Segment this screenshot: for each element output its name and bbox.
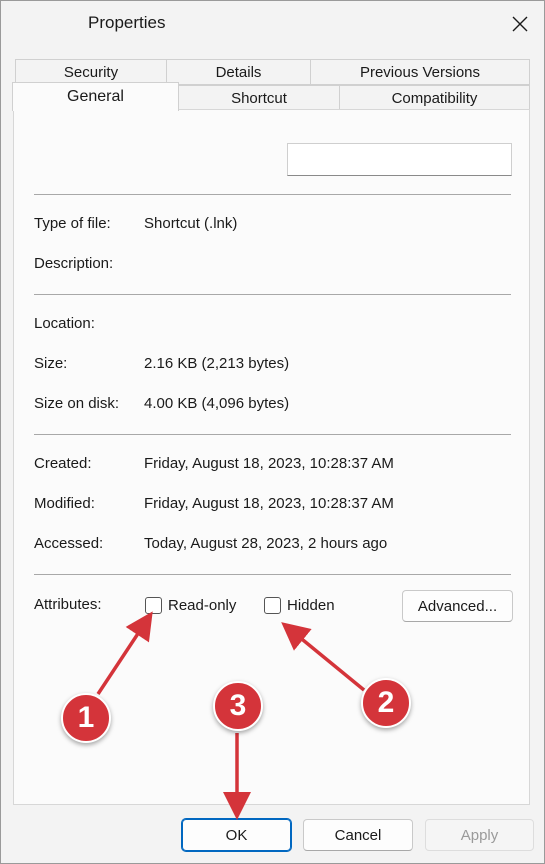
tab-previous-versions[interactable]: Previous Versions [310, 59, 530, 85]
location-label: Location: [34, 315, 95, 332]
separator [34, 194, 511, 195]
close-button[interactable] [503, 7, 537, 41]
modified-label: Modified: [34, 495, 95, 512]
separator [34, 294, 511, 295]
tab-label: General [67, 88, 124, 105]
annotation-marker-2: 2 [361, 678, 411, 728]
window-title: Properties [88, 13, 166, 32]
tab-label: Previous Versions [359, 63, 481, 81]
created-value: Friday, August 18, 2023, 10:28:37 AM [144, 455, 394, 472]
size-on-disk-value: 4.00 KB (4,096 bytes) [144, 395, 290, 412]
type-of-file-value: Shortcut (.lnk) [144, 215, 238, 232]
size-value: 2.16 KB (2,213 bytes) [144, 355, 290, 372]
advanced-button[interactable]: Advanced... [402, 590, 513, 622]
cancel-button[interactable]: Cancel [303, 819, 413, 851]
accessed-value: Today, August 28, 2023, 2 hours ago [144, 535, 388, 552]
annotation-marker-1: 1 [61, 693, 111, 743]
tab-label: Shortcut [231, 89, 287, 107]
file-name-input[interactable] [287, 143, 512, 176]
annotation-marker-3: 3 [213, 681, 263, 731]
accessed-label: Accessed: [34, 535, 104, 552]
tab-label: Compatibility [391, 89, 478, 107]
modified-value: Friday, August 18, 2023, 10:28:37 AM [144, 495, 394, 512]
ok-button[interactable]: OK [181, 818, 292, 852]
tab-compatibility[interactable]: Compatibility [339, 85, 530, 111]
apply-button[interactable]: Apply [425, 819, 534, 851]
tab-label: Security [63, 63, 119, 81]
tab-shortcut[interactable]: Shortcut [178, 85, 340, 111]
size-label: Size: [34, 355, 68, 372]
size-on-disk-label: Size on disk: [34, 395, 120, 412]
description-label: Description: [34, 255, 114, 272]
close-icon [512, 16, 528, 32]
created-label: Created: [34, 455, 92, 472]
hidden-label[interactable]: Hidden [287, 597, 335, 614]
attributes-label: Attributes: [34, 596, 102, 613]
separator [34, 574, 511, 575]
type-of-file-label: Type of file: [34, 215, 111, 232]
hidden-checkbox[interactable] [264, 597, 281, 614]
tab-general[interactable]: General [12, 82, 179, 111]
tab-label: Details [215, 63, 262, 81]
separator [34, 434, 511, 435]
title-bar: Properties [1, 1, 544, 47]
read-only-label[interactable]: Read-only [168, 597, 236, 614]
tab-details[interactable]: Details [166, 59, 311, 85]
read-only-checkbox[interactable] [145, 597, 162, 614]
